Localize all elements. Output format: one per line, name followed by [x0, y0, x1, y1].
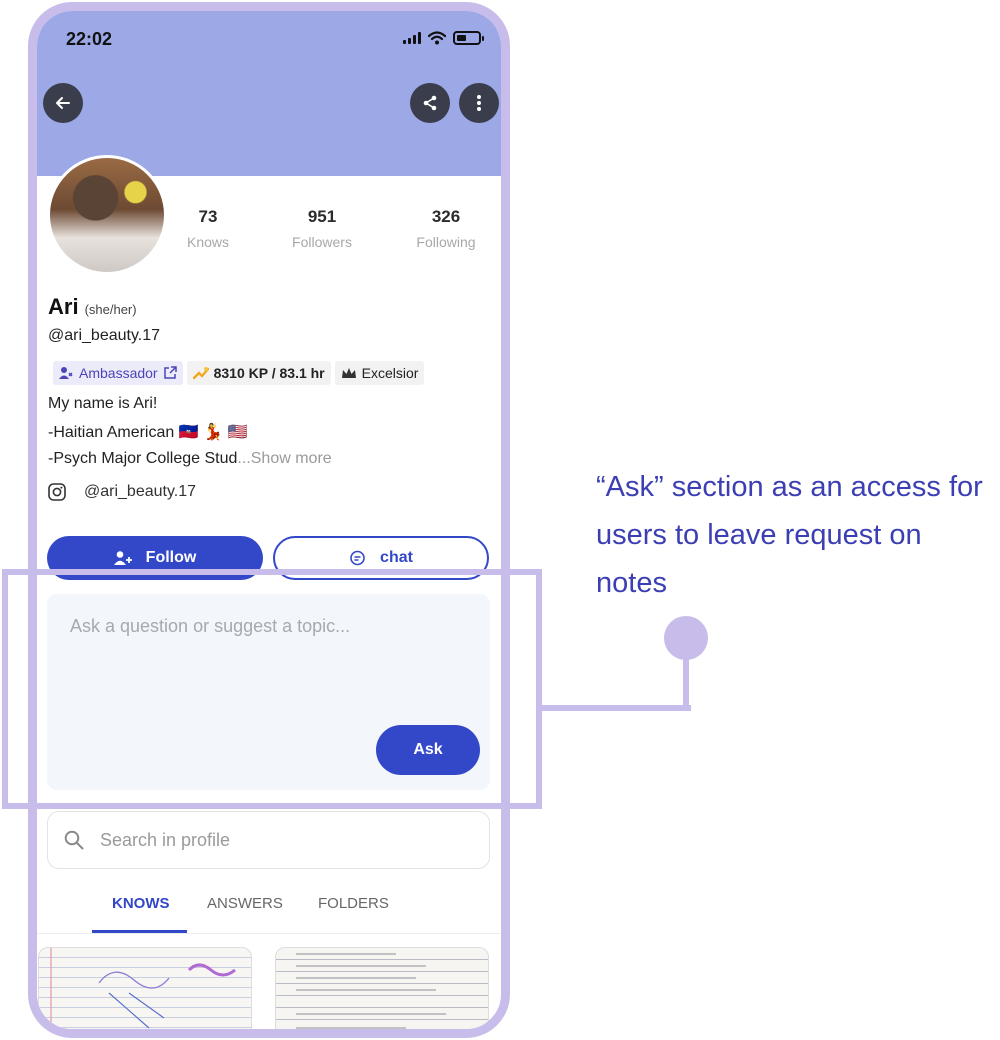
instagram-link[interactable]: @ari_beauty.17	[48, 483, 196, 501]
external-link-icon	[163, 366, 177, 379]
profile-name: Ari	[48, 294, 79, 319]
crown-icon	[341, 367, 356, 378]
bio-line-2: -Haitian American 🇭🇹 💃 🇺🇸	[48, 424, 248, 441]
signal-icon	[403, 32, 421, 44]
stat-value: 73	[198, 207, 218, 226]
bio-line-1: My name is Ari!	[48, 395, 158, 412]
stat-following[interactable]: 326 Following	[396, 207, 496, 250]
stat-label: Knows	[186, 234, 230, 250]
share-icon	[423, 95, 437, 111]
search-placeholder: Search in profile	[100, 829, 231, 850]
status-time: 22:02	[66, 29, 113, 49]
chat-label: chat	[380, 549, 413, 566]
bio-line-3: -Psych Major College Stud...Show more	[48, 450, 332, 468]
handwritten-notes-image	[296, 953, 446, 1029]
active-tab-indicator	[92, 930, 187, 933]
stat-value: 326	[431, 207, 461, 226]
home-indicator	[183, 1030, 353, 1036]
search-input[interactable]: Search in profile	[47, 811, 490, 869]
ambassador-label: Ambassador	[79, 365, 158, 381]
instagram-icon	[48, 483, 66, 501]
profile-pronouns: (she/her)	[84, 302, 137, 317]
karma-points-icon	[192, 367, 209, 380]
back-button[interactable]	[43, 83, 83, 123]
tab-knows[interactable]: KNOWS	[112, 895, 170, 912]
follow-label: Follow	[145, 549, 197, 566]
stat-followers[interactable]: 951 Followers	[272, 207, 372, 250]
more-button[interactable]	[459, 83, 499, 123]
tab-folders[interactable]: FOLDERS	[318, 895, 389, 912]
search-icon	[64, 830, 84, 850]
stat-knows[interactable]: 73 Knows	[158, 207, 258, 250]
kp-badge: 8310 KP / 83.1 hr	[186, 361, 331, 385]
tab-answers[interactable]: ANSWERS	[207, 895, 283, 912]
status-icons	[403, 31, 484, 45]
stat-value: 951	[307, 207, 337, 226]
chat-icon	[350, 550, 365, 565]
ambassador-icon	[59, 367, 73, 379]
stat-label: Following	[416, 234, 476, 250]
note-thumbnail[interactable]	[38, 947, 252, 1029]
rank-badge: Excelsior	[334, 361, 425, 385]
note-thumbnail[interactable]	[275, 947, 489, 1029]
callout-connector	[542, 705, 691, 711]
avatar[interactable]	[47, 155, 167, 275]
ask-section-highlight	[2, 569, 542, 809]
rank-label: Excelsior	[361, 365, 419, 381]
callout-connector	[683, 658, 689, 711]
kp-label: 8310 KP / 83.1 hr	[213, 365, 325, 381]
badge-row: Ambassador 8310 KP / 83.1 hr Excelsior	[53, 361, 425, 385]
battery-icon	[453, 31, 484, 45]
share-button[interactable]	[410, 83, 450, 123]
ambassador-badge[interactable]: Ambassador	[53, 361, 183, 385]
callout-text: “Ask” section as an access for users to …	[596, 471, 983, 599]
stat-label: Followers	[292, 234, 352, 250]
wifi-icon	[428, 31, 446, 45]
profile-tabs: KNOWS ANSWERS FOLDERS	[37, 886, 501, 934]
phone-frame: 22:02 73 Knows 951 Followers 326 Followi…	[28, 2, 510, 1038]
more-vertical-icon	[477, 95, 481, 111]
handwritten-notes-image	[50, 948, 236, 1029]
show-more-link[interactable]: ...Show more	[237, 450, 331, 467]
instagram-handle: @ari_beauty.17	[84, 483, 197, 500]
profile-handle: @ari_beauty.17	[48, 327, 161, 344]
arrow-left-icon	[56, 97, 70, 109]
callout-dot	[664, 616, 708, 660]
add-user-icon	[113, 551, 132, 565]
bio-line-3-text: -Psych Major College Stud	[48, 450, 238, 467]
profile-name-row: Ari (she/her)	[48, 294, 137, 320]
